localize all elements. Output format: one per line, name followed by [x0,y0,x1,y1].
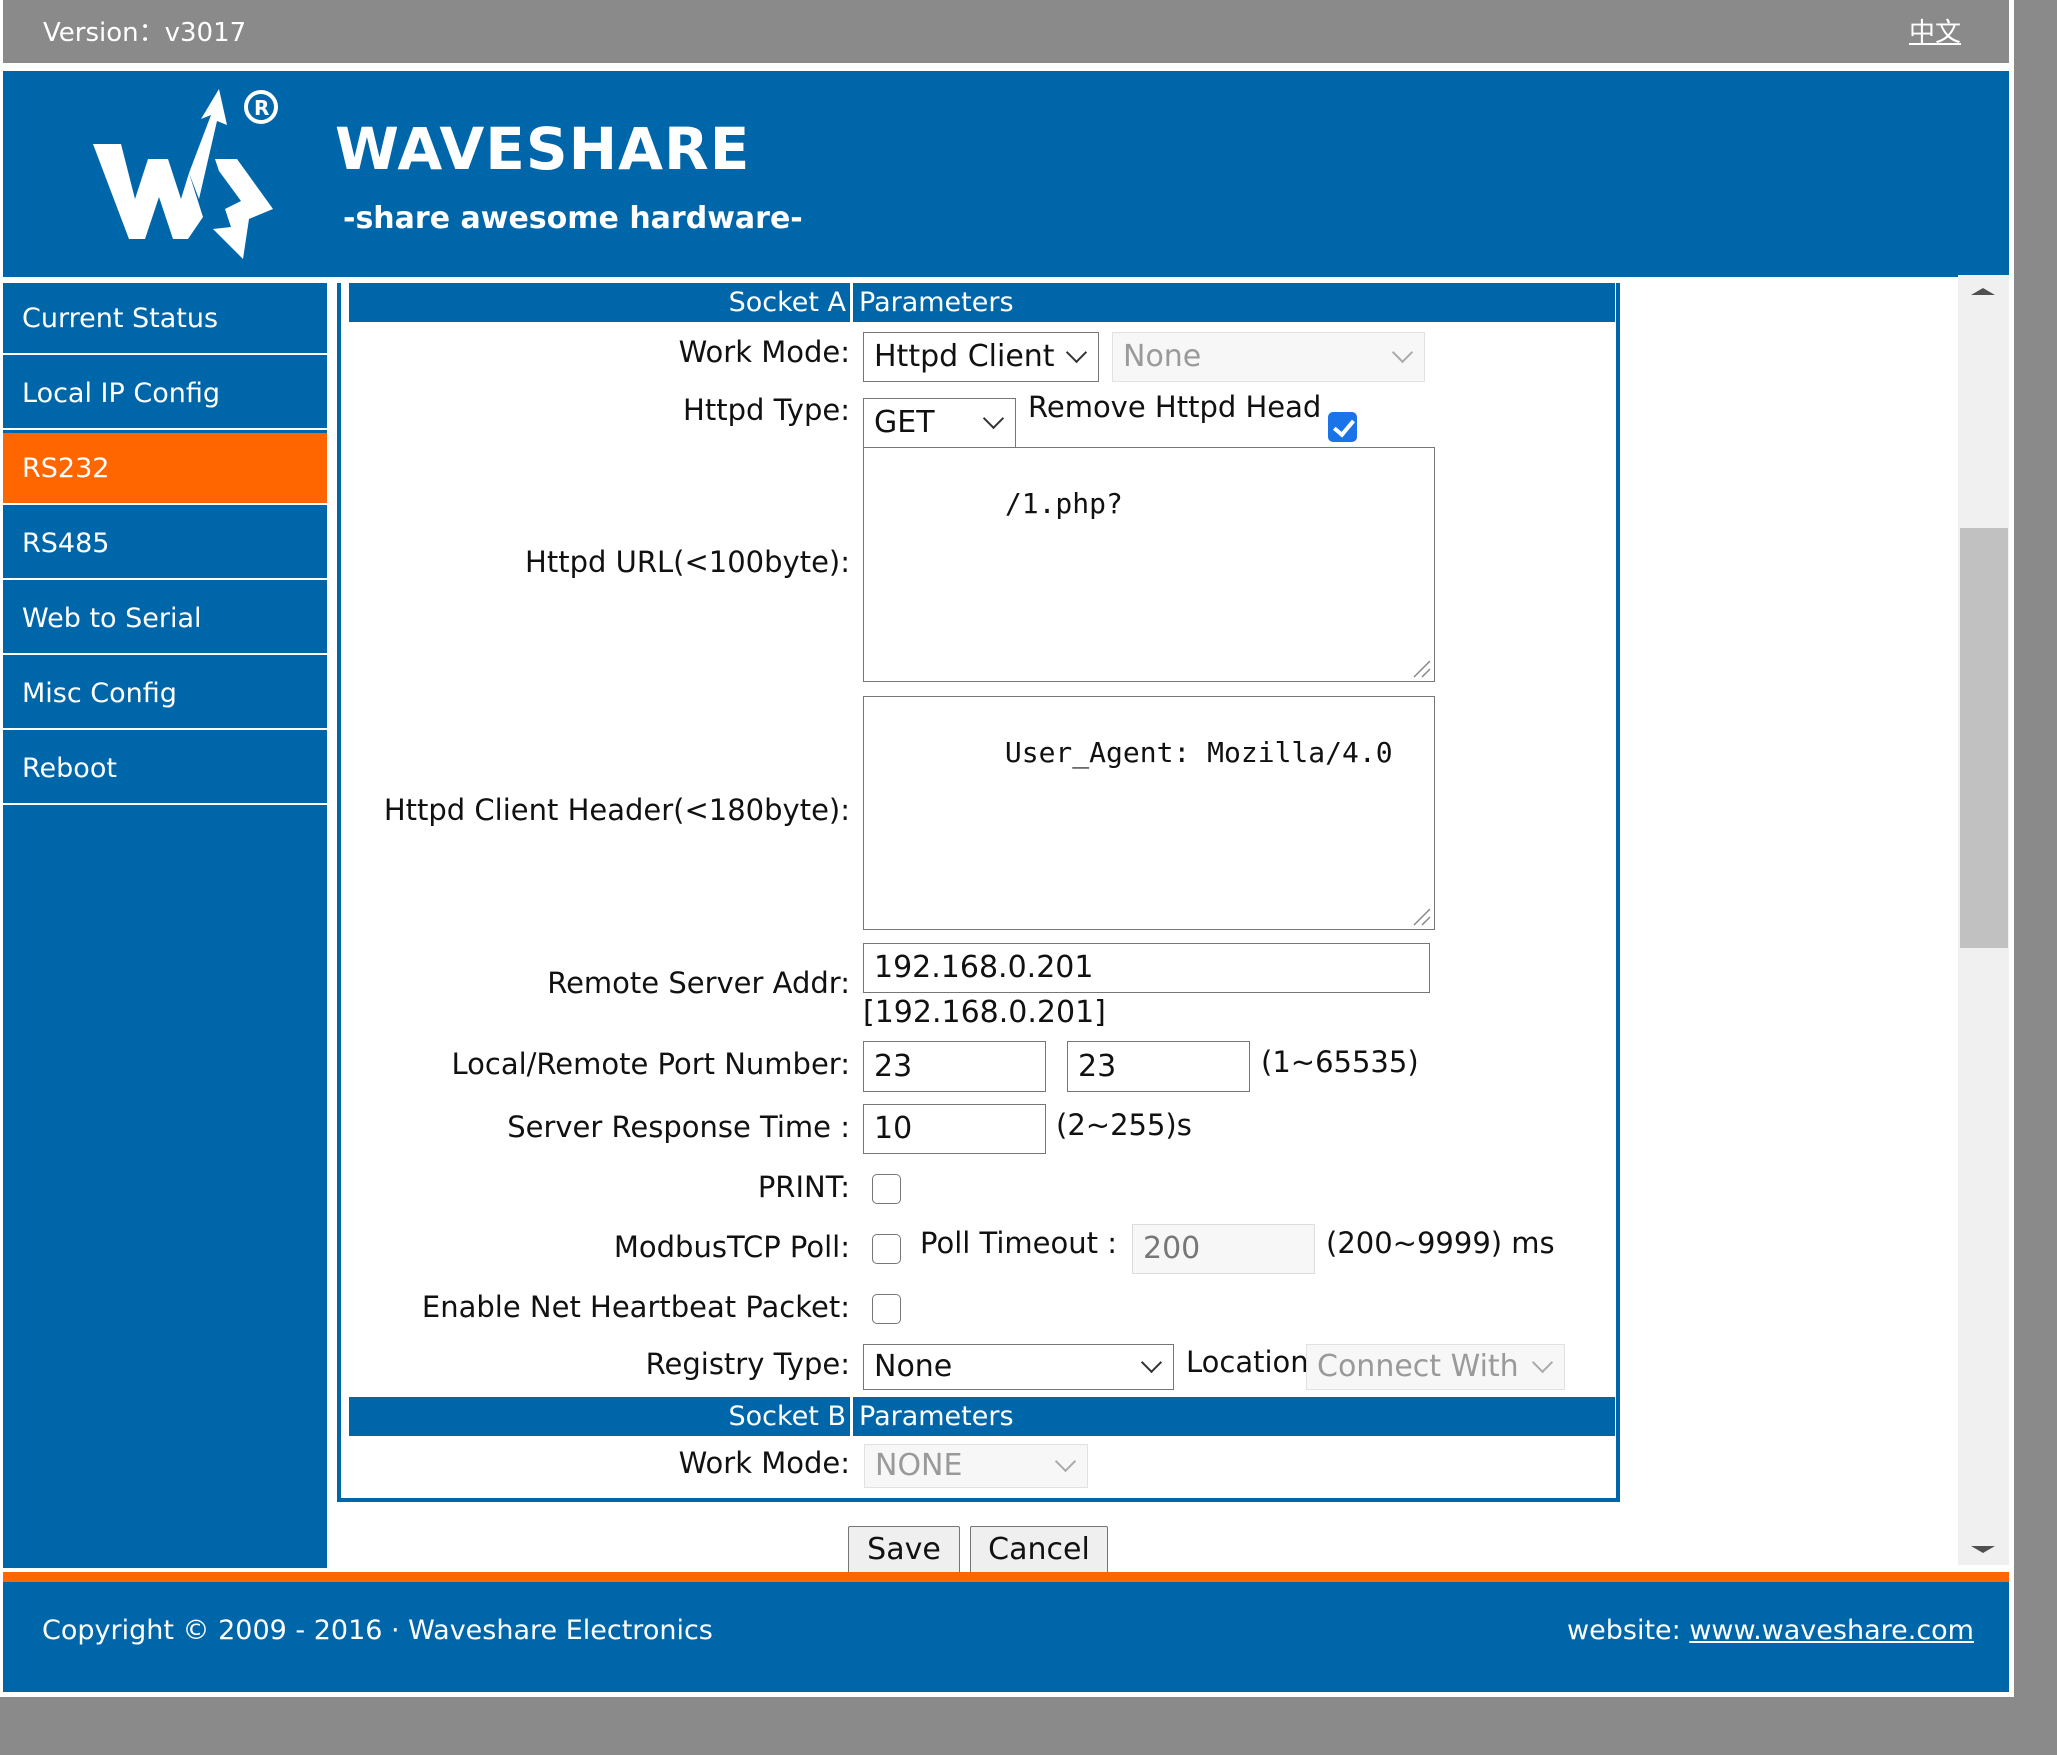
brand-name: WAVESHARE [335,115,751,183]
local-port-value: 23 [874,1049,913,1084]
heartbeat-checkbox[interactable] [872,1294,901,1324]
save-button[interactable]: Save [848,1526,960,1574]
resize-grip-icon[interactable] [1410,657,1432,679]
sidebar-item-local-ip-config[interactable]: Local IP Config [3,358,327,430]
print-label: PRINT: [757,1170,850,1204]
settings-content: Socket A Parameters Work Mode: Httpd Cli… [337,283,1620,1574]
chevron-down-icon [1391,341,1414,364]
copyright-text: Copyright © 2009 - 2016 · Waveshare Elec… [42,1615,713,1646]
work-mode-value: Httpd Client [874,339,1055,374]
chevron-down-icon [982,407,1005,430]
httpd-url-textarea[interactable]: /1.php? [863,447,1435,682]
sidebar-item-misc-config[interactable]: Misc Config [3,658,327,730]
work-mode-secondary-select[interactable]: None [1112,332,1425,382]
socket-settings-panel: Socket A Parameters Work Mode: Httpd Cli… [337,283,1620,1502]
client-header-textarea[interactable]: User_Agent: Mozilla/4.0 [863,696,1435,930]
remote-server-value: 192.168.0.201 [874,950,1094,985]
website-link[interactable]: www.waveshare.com [1689,1615,1974,1646]
socket-b-subtitle: Parameters [859,1401,1014,1432]
socket-a-subtitle: Parameters [859,287,1014,318]
socket-a-header: Socket A Parameters [349,283,1615,322]
website-label: website: [1567,1615,1690,1646]
remote-port-input[interactable]: 23 [1067,1041,1250,1092]
brand-tagline: -share awesome hardware- [343,201,803,236]
remove-httpd-head-checkbox[interactable] [1328,412,1357,442]
poll-timeout-range-hint: (200~9999) ms [1326,1226,1555,1260]
local-port-input[interactable]: 23 [863,1041,1046,1092]
website-info: website: www.waveshare.com [1567,1615,1974,1646]
chevron-down-icon [1531,1351,1554,1374]
socket-b-work-mode-value: NONE [875,1448,963,1483]
client-header-label: Httpd Client Header(<180byte): [383,793,850,827]
response-time-range-hint: (2~255)s [1056,1108,1192,1142]
poll-timeout-value: 200 [1143,1231,1201,1266]
language-switch-link[interactable]: 中文 [1909,12,1961,49]
socket-a-title: Socket A [349,283,853,322]
version-label: Version：v3017 [43,18,247,48]
sidebar-item-rs232[interactable]: RS232 [3,433,327,505]
registry-type-select[interactable]: None [863,1344,1174,1390]
port-number-label: Local/Remote Port Number: [451,1047,850,1081]
socket-b-work-mode-label: Work Mode: [678,1446,850,1480]
scroll-down-arrow-icon[interactable] [1971,1546,1995,1553]
response-time-value: 10 [874,1111,913,1146]
scrollbar-thumb[interactable] [1960,528,2008,948]
cancel-button[interactable]: Cancel [970,1526,1108,1574]
work-mode-select[interactable]: Httpd Client [863,332,1099,382]
site-footer: Copyright © 2009 - 2016 · Waveshare Elec… [3,1582,2009,1692]
work-mode-label: Work Mode: [678,335,850,369]
chevron-down-icon [1140,1351,1163,1374]
poll-timeout-input[interactable]: 200 [1132,1224,1315,1274]
remote-server-label: Remote Server Addr: [547,966,850,1000]
modbus-poll-checkbox[interactable] [872,1234,901,1264]
sidebar-item-current-status[interactable]: Current Status [3,283,327,355]
httpd-url-value: /1.php? [1004,487,1123,520]
httpd-type-value: GET [874,405,935,440]
remote-port-value: 23 [1078,1049,1117,1084]
registry-type-label: Registry Type: [645,1347,850,1381]
port-range-hint: (1~65535) [1261,1045,1419,1079]
location-select[interactable]: Connect With [1306,1344,1565,1390]
footer-accent-bar [3,1572,2009,1582]
location-label: Location [1186,1345,1309,1379]
site-header: R WAVESHARE -share awesome hardware- [3,71,2009,277]
svg-text:R: R [254,96,269,120]
remove-httpd-head-label: Remove Httpd Head [1028,390,1322,424]
poll-timeout-label: Poll Timeout : [920,1226,1117,1260]
httpd-type-select[interactable]: GET [863,398,1016,448]
socket-b-work-mode-select[interactable]: NONE [864,1444,1088,1488]
page: Version：v3017 中文 R WAVESHARE -share awes… [0,0,2014,1697]
vertical-scrollbar[interactable] [1958,275,2009,1565]
modbus-poll-label: ModbusTCP Poll: [613,1230,850,1264]
sidebar-item-rs485[interactable]: RS485 [3,508,327,580]
response-time-input[interactable]: 10 [863,1104,1046,1154]
resolved-address-text: [192.168.0.201] [863,995,1106,1030]
work-mode-secondary-value: None [1123,339,1202,374]
remote-server-input[interactable]: 192.168.0.201 [863,943,1430,993]
scroll-up-arrow-icon[interactable] [1971,288,1995,295]
client-header-value: User_Agent: Mozilla/4.0 [1004,736,1393,769]
heartbeat-label: Enable Net Heartbeat Packet: [421,1290,850,1324]
sidebar-item-web-to-serial[interactable]: Web to Serial [3,583,327,655]
httpd-url-label: Httpd URL(<100byte): [525,545,850,579]
resize-grip-icon[interactable] [1410,905,1432,927]
chevron-down-icon [1054,1450,1077,1473]
response-time-label: Server Response Time : [507,1110,850,1144]
socket-b-title: Socket B [349,1397,853,1436]
registry-type-value: None [874,1349,953,1384]
location-value: Connect With [1317,1349,1519,1384]
top-bar: Version：v3017 中文 [3,0,2009,63]
chevron-down-icon [1065,341,1088,364]
socket-b-header: Socket B Parameters [349,1397,1615,1436]
httpd-type-label: Httpd Type: [683,393,850,427]
print-checkbox[interactable] [872,1174,901,1204]
sidebar-nav: Current Status Local IP Config RS232 RS4… [3,283,327,1568]
sidebar-item-reboot[interactable]: Reboot [3,733,327,805]
waveshare-logo-icon: R [93,89,278,259]
